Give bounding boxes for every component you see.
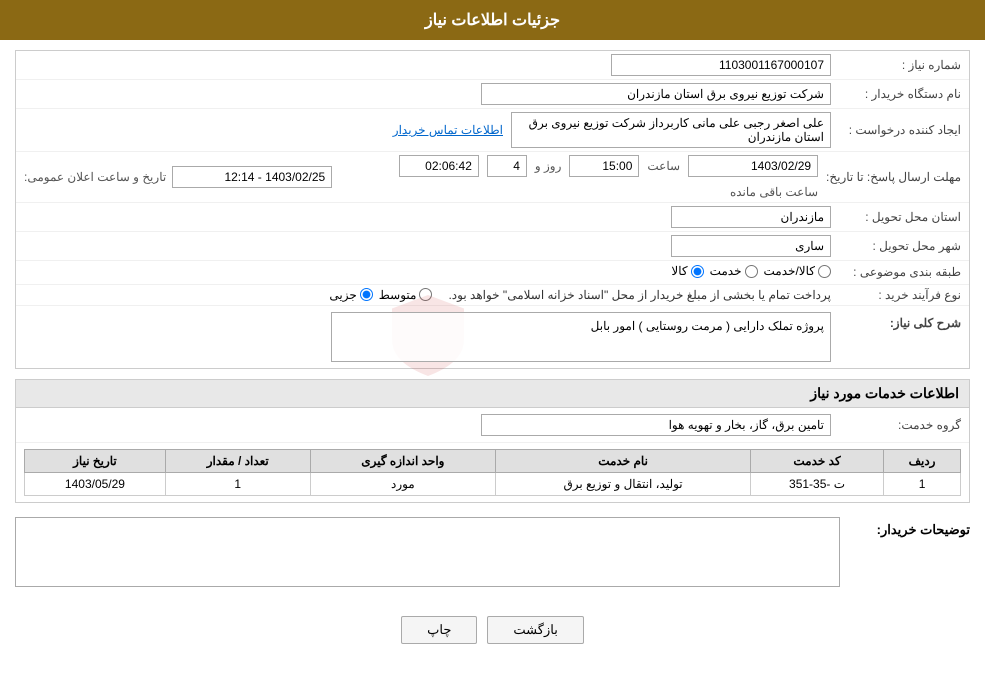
cell-tarikh: 1403/05/29 <box>25 472 166 495</box>
radio-jozii-text: جزیی <box>329 288 356 302</box>
page-header: جزئیات اطلاعات نیاز <box>0 0 985 40</box>
dastgah-value: شرکت توزیع نیروی برق استان مازندران <box>24 83 831 105</box>
ijad-input: علی اصغر رجبی علی مانی کاربرداز شرکت توز… <box>511 112 831 148</box>
ostan-row: استان محل تحویل : مازندران <box>16 203 969 232</box>
farayand-label: نوع فرآیند خرید : <box>831 288 961 302</box>
radio-kala-khedmat[interactable] <box>818 265 831 278</box>
toseeh-label: توضیحات خریدار: <box>850 517 970 538</box>
day-input: 4 <box>487 155 527 177</box>
farayand-row: نوع فرآیند خرید : پرداخت تمام یا بخشی از… <box>16 285 969 306</box>
page-title: جزئیات اطلاعات نیاز <box>425 12 560 29</box>
services-section: اطلاعات خدمات مورد نیاز گروه خدمت: تامین… <box>15 379 970 503</box>
ostan-input: مازندران <box>671 206 831 228</box>
remain-label: ساعت باقی مانده <box>730 185 818 199</box>
sharh-input: پروژه تملک دارایی ( مرمت روستایی ) امور … <box>331 312 831 362</box>
ijad-row: ایجاد کننده درخواست : علی اصغر رجبی علی … <box>16 109 969 152</box>
contact-link[interactable]: اطلاعات تماس خریدار <box>393 123 503 137</box>
cell-nam: تولید، انتقال و توزیع برق <box>496 472 751 495</box>
radio-kala-label[interactable]: کالا <box>671 264 703 278</box>
date-input: 1403/02/29 <box>688 155 818 177</box>
time-label: ساعت <box>647 159 680 173</box>
cell-kod: ت -35-351 <box>751 472 884 495</box>
table-row: 1 ت -35-351 تولید، انتقال و توزیع برق مو… <box>25 472 961 495</box>
group-label: گروه خدمت: <box>831 418 961 432</box>
col-kod: کد خدمت <box>751 449 884 472</box>
col-tarikh: تاریخ نیاز <box>25 449 166 472</box>
back-button[interactable]: بازگشت <box>487 616 583 644</box>
radio-kala-text: کالا <box>671 264 687 278</box>
ijad-label: ایجاد کننده درخواست : <box>831 123 961 137</box>
group-value: تامین برق، گاز، بخار و تهویه هوا <box>24 414 831 436</box>
toseeh-textarea[interactable] <box>15 517 840 587</box>
tabaqe-label: طبقه بندی موضوعی : <box>831 265 961 279</box>
radio-motavaset-text: متوسط <box>379 288 417 302</box>
mohlat-row: مهلت ارسال پاسخ: تا تاریخ: 1403/02/29 سا… <box>16 152 969 203</box>
radio-jozii[interactable] <box>360 288 373 301</box>
toseeh-value-container <box>15 517 840 590</box>
mohlat-value: 1403/02/29 ساعت 15:00 روز و 4 02:06:42 س… <box>352 155 818 199</box>
sharh-row: شرح کلی نیاز: A پروژه تملک دارایی ( مرمت… <box>16 306 969 368</box>
main-content: شماره نیاز : 1103001167000107 نام دستگاه… <box>0 40 985 666</box>
farayand-value: پرداخت تمام یا بخشی از مبلغ خریدار از مح… <box>24 288 831 302</box>
dastgah-input: شرکت توزیع نیروی برق استان مازندران <box>481 83 831 105</box>
radio-kala[interactable] <box>691 265 704 278</box>
radio-kala-khedmat-label[interactable]: کالا/خدمت <box>764 264 831 278</box>
cell-radif: 1 <box>884 472 961 495</box>
tabaqe-value: کالا/خدمت خدمت کالا <box>24 264 831 281</box>
radio-kala-khedmat-text: کالا/خدمت <box>764 264 815 278</box>
page-wrapper: جزئیات اطلاعات نیاز شماره نیاز : 1103001… <box>0 0 985 691</box>
time-input: 15:00 <box>569 155 639 177</box>
col-tedad: تعداد / مقدار <box>165 449 310 472</box>
ijad-value: علی اصغر رجبی علی مانی کاربرداز شرکت توز… <box>24 112 831 148</box>
radio-jozii-label[interactable]: جزیی <box>329 288 372 302</box>
cell-tedad: 1 <box>165 472 310 495</box>
sharh-value: A پروژه تملک دارایی ( مرمت روستایی ) امو… <box>24 312 831 362</box>
shahr-input: ساری <box>671 235 831 257</box>
services-header: اطلاعات خدمات مورد نیاز <box>16 380 969 408</box>
group-input: تامین برق، گاز، بخار و تهویه هوا <box>481 414 831 436</box>
radio-motavaset[interactable] <box>419 288 432 301</box>
shomara-input: 1103001167000107 <box>611 54 831 76</box>
col-radif: ردیف <box>884 449 961 472</box>
shahr-label: شهر محل تحویل : <box>831 239 961 253</box>
shomara-row: شماره نیاز : 1103001167000107 <box>16 51 969 80</box>
sharh-label: شرح کلی نیاز: <box>831 312 961 330</box>
info-section: شماره نیاز : 1103001167000107 نام دستگاه… <box>15 50 970 369</box>
ostan-value: مازندران <box>24 206 831 228</box>
group-row: گروه خدمت: تامین برق، گاز، بخار و تهویه … <box>16 408 969 443</box>
ostan-label: استان محل تحویل : <box>831 210 961 224</box>
announce-label: تاریخ و ساعت اعلان عمومی: <box>24 170 166 184</box>
shomara-value: 1103001167000107 <box>24 54 831 76</box>
shomara-label: شماره نیاز : <box>831 58 961 72</box>
announce-input: 1403/02/25 - 12:14 <box>172 166 332 188</box>
radio-khedmat[interactable] <box>745 265 758 278</box>
col-vahed: واحد اندازه گیری <box>310 449 496 472</box>
radio-khedmat-text: خدمت <box>710 264 742 278</box>
col-nam: نام خدمت <box>496 449 751 472</box>
shahr-value: ساری <box>24 235 831 257</box>
radio-motavaset-label[interactable]: متوسط <box>379 288 433 302</box>
bottom-buttons: بازگشت چاپ <box>15 604 970 656</box>
toseeh-section: توضیحات خریدار: <box>15 513 970 594</box>
cell-vahed: مورد <box>310 472 496 495</box>
day-label: روز و <box>535 159 562 173</box>
remain-input: 02:06:42 <box>399 155 479 177</box>
radio-khedmat-label[interactable]: خدمت <box>710 264 758 278</box>
dastgah-label: نام دستگاه خریدار : <box>831 87 961 101</box>
services-table-container: ردیف کد خدمت نام خدمت واحد اندازه گیری ت… <box>16 443 969 502</box>
services-table: ردیف کد خدمت نام خدمت واحد اندازه گیری ت… <box>24 449 961 496</box>
farayand-note: پرداخت تمام یا بخشی از مبلغ خریدار از مح… <box>448 288 831 302</box>
tabaqe-row: طبقه بندی موضوعی : کالا/خدمت خدمت <box>16 261 969 285</box>
shahr-row: شهر محل تحویل : ساری <box>16 232 969 261</box>
mohlat-label: مهلت ارسال پاسخ: تا تاریخ: <box>818 170 961 184</box>
print-button[interactable]: چاپ <box>401 616 477 644</box>
dastgah-row: نام دستگاه خریدار : شرکت توزیع نیروی برق… <box>16 80 969 109</box>
